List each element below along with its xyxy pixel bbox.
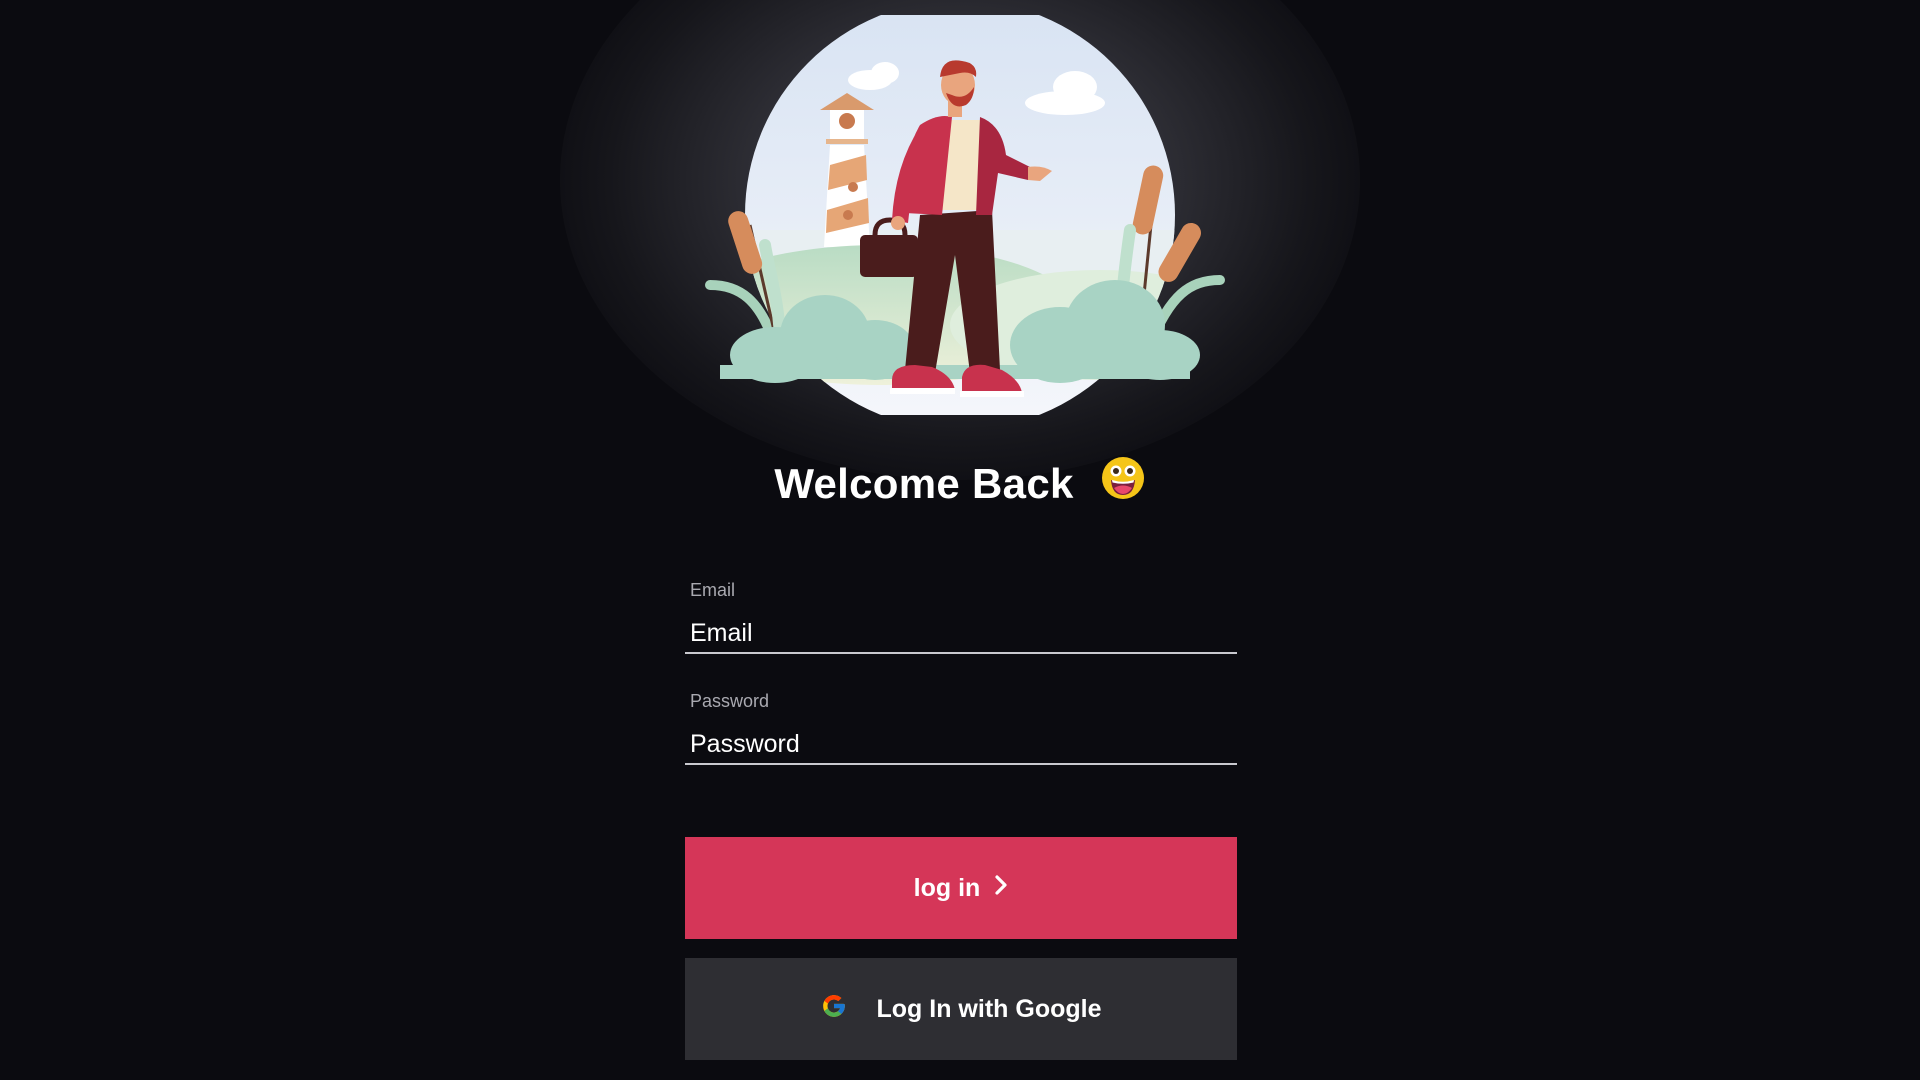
google-login-label: Log In with Google <box>876 994 1102 1023</box>
welcome-illustration <box>705 15 1225 415</box>
page-title: Welcome Back <box>774 460 1074 507</box>
google-icon <box>821 993 847 1026</box>
login-form: Email Password <box>685 580 1237 802</box>
login-button-label: log in <box>913 873 981 902</box>
login-page: Welcome Back Email Password log in <box>0 0 1920 1080</box>
email-label: Email <box>690 580 736 600</box>
email-field[interactable] <box>685 614 1237 654</box>
password-field[interactable] <box>685 725 1237 765</box>
google-login-button[interactable]: Log In with Google <box>685 958 1237 1060</box>
login-button[interactable]: log in <box>685 837 1237 939</box>
email-field-group: Email <box>685 580 1237 691</box>
password-label: Password <box>690 691 770 711</box>
welcome-heading: Welcome Back <box>0 456 1920 511</box>
password-field-group: Password <box>685 691 1237 802</box>
grinning-face-emoji-icon <box>1100 455 1146 511</box>
chevron-right-icon <box>994 874 1008 903</box>
